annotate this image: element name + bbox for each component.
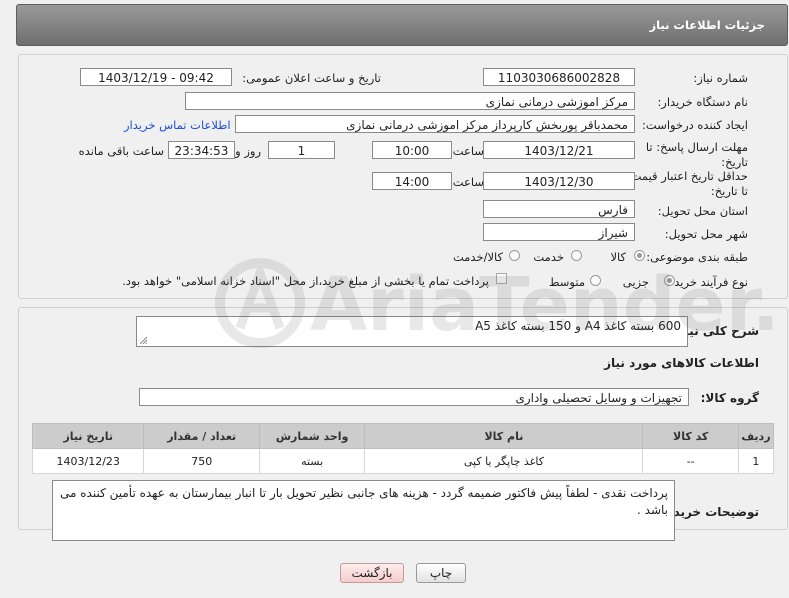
goods-table: ردیف کد کالا نام کالا واحد شمارش تعداد /… [31, 423, 775, 474]
reply-time-field: 10:00 [372, 141, 452, 159]
cell-row: 1 [737, 448, 775, 474]
announce-datetime-label: تاریخ و ساعت اعلان عمومی: [242, 71, 381, 85]
category-service-label: خدمت [533, 250, 564, 264]
col-code-header: کد کالا [642, 423, 739, 449]
goods-group-field: تجهیزات و وسایل تحصیلی واداری [139, 388, 689, 406]
city-label: شهر محل تحویل: [664, 227, 748, 241]
col-name-header: نام کالا [364, 423, 644, 449]
cell-unit: بسته [258, 448, 366, 474]
buyer-notes-text: پرداخت نقدی - لطفاً پیش فاکتور ضمیمه گرد… [60, 486, 668, 517]
goods-table-header: ردیف کد کالا نام کالا واحد شمارش تعداد /… [31, 423, 775, 449]
day-and-label: روز و [235, 144, 261, 158]
buyer-org-field: مرکز اموزشی درمانی نمازی [185, 92, 635, 110]
general-desc-text: 600 بسته کاغذ A4 و 150 بسته کاغذ A5 [475, 319, 681, 333]
requester-field: محمدباقر پوربخش کارپرداز مرکز اموزشی درم… [235, 115, 635, 133]
resize-grip-icon [139, 336, 147, 344]
category-service-radio[interactable] [571, 250, 582, 261]
province-label: استان محل تحویل: [657, 204, 748, 218]
buyer-org-label: نام دستگاه خریدار: [657, 95, 748, 109]
cell-date: 1403/12/23 [31, 448, 145, 474]
remaining-label: ساعت باقی مانده [78, 144, 164, 158]
goods-info-heading: اطلاعات کالاهای مورد نیاز [604, 356, 759, 370]
reply-deadline-label: مهلت ارسال پاسخ: تا تاریخ: [645, 140, 748, 169]
category-goods-service-label: کالا/خدمت [452, 250, 503, 264]
cell-name: کاغذ چاپگر یا کپی [364, 448, 644, 474]
cell-qty: 750 [143, 448, 260, 474]
category-goods-label: کالا [610, 250, 626, 264]
general-desc-textarea[interactable]: 600 بسته کاغذ A4 و 150 بسته کاغذ A5 [136, 316, 688, 347]
goods-group-label: گروه کالا: [700, 391, 759, 405]
col-date-header: تاریخ نیاز [31, 423, 145, 449]
need-number-field: 1103030686002828 [483, 68, 635, 86]
province-field: فارس [483, 200, 635, 218]
buyer-notes-textarea[interactable]: پرداخت نقدی - لطفاً پیش فاکتور ضمیمه گرد… [52, 480, 675, 541]
validity-date-field: 1403/12/30 [483, 172, 635, 190]
reply-date-field: 1403/12/21 [483, 141, 635, 159]
process-medium-label: متوسط [548, 275, 585, 289]
table-row: 1 -- کاغذ چاپگر یا کپی بسته 750 1403/12/… [31, 448, 775, 474]
back-button[interactable]: بازگشت [340, 563, 404, 583]
cell-code: -- [642, 448, 739, 474]
category-label: طبقه بندی موضوعی: [646, 250, 748, 264]
days-field: 1 [268, 141, 335, 159]
requester-label: ایجاد کننده درخواست: [642, 118, 748, 132]
contact-info-link[interactable]: اطلاعات تماس خریدار [124, 118, 231, 132]
print-button[interactable]: چاپ [416, 563, 466, 583]
reply-time-label: ساعت [452, 144, 484, 158]
validity-time-field: 14:00 [372, 172, 452, 190]
page-header: جزئیات اطلاعات نیاز [16, 4, 788, 46]
validity-time-label: ساعت [452, 175, 484, 189]
category-goods-service-radio[interactable] [509, 250, 520, 261]
city-field: شیراز [483, 223, 635, 241]
need-number-label: شماره نیاز: [693, 71, 748, 85]
process-partial-radio[interactable] [664, 275, 675, 286]
col-row-header: ردیف [737, 423, 775, 449]
treasury-payment-note: پرداخت تمام یا بخشی از مبلغ خرید،از محل … [122, 274, 489, 288]
col-unit-header: واحد شمارش [258, 423, 366, 449]
col-qty-header: تعداد / مقدار [143, 423, 260, 449]
remaining-time-field: 23:34:53 [168, 141, 235, 159]
announce-datetime-field: 1403/12/19 - 09:42 [80, 68, 232, 86]
treasury-payment-checkbox[interactable] [496, 273, 507, 284]
process-type-label: نوع فرآیند خرید : [666, 275, 748, 289]
process-medium-radio[interactable] [590, 275, 601, 286]
price-validity-label: حداقل تاریخ اعتبار قیمت: تا تاریخ: [626, 169, 748, 198]
page-title: جزئیات اطلاعات نیاز [649, 18, 765, 32]
category-goods-radio[interactable] [634, 250, 645, 261]
process-partial-label: جزیی [622, 275, 649, 289]
